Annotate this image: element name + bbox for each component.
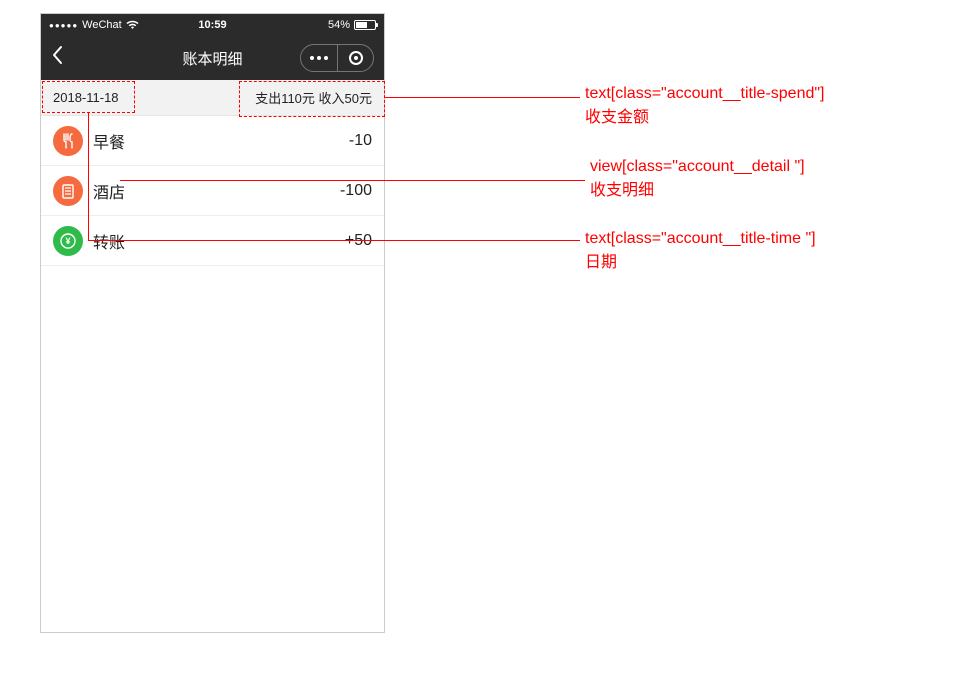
battery-percent: 54% — [328, 19, 350, 31]
status-time: 10:59 — [198, 19, 226, 31]
annotation-desc: 日期 — [585, 251, 816, 275]
hotel-icon — [53, 176, 83, 206]
account-detail-row[interactable]: 早餐 -10 — [41, 116, 384, 166]
account-detail-row[interactable]: 酒店 -100 — [41, 166, 384, 216]
annotation-selector: text[class="account__title-time "] — [585, 227, 816, 251]
nav-bar: 账本明细 — [41, 36, 384, 80]
annotation-selector: view[class="account__detail "] — [590, 155, 805, 179]
back-button[interactable] — [51, 45, 63, 71]
account-title-spend: 支出110元 收入50元 — [255, 88, 372, 107]
close-miniapp-button[interactable] — [337, 44, 373, 72]
page-title: 账本明细 — [182, 48, 242, 69]
row-label: 早餐 — [93, 129, 125, 153]
annotation-time: text[class="account__title-time "] 日期 — [585, 227, 816, 275]
signal-dots-icon: ●●●●● — [49, 21, 78, 30]
nav-capsule — [300, 44, 374, 72]
more-button[interactable] — [301, 44, 337, 72]
annotation-line — [385, 97, 580, 98]
annotation-spend: text[class="account__title-spend"] 收支金额 — [585, 82, 825, 130]
row-amount: +50 — [345, 232, 372, 250]
transfer-icon: ¥ — [53, 226, 83, 256]
account-detail-row[interactable]: ¥ 转账 +50 — [41, 216, 384, 266]
row-label: 酒店 — [93, 179, 125, 203]
annotation-selector: text[class="account__title-spend"] — [585, 82, 825, 106]
annotation-detail: view[class="account__detail "] 收支明细 — [590, 155, 805, 203]
status-bar: ●●●●● WeChat 10:59 54% — [41, 14, 384, 36]
row-label: 转账 — [93, 229, 125, 253]
annotation-desc: 收支金额 — [585, 106, 825, 130]
phone-frame: ●●●●● WeChat 10:59 54% 账本明细 — [40, 13, 385, 633]
chevron-left-icon — [51, 45, 63, 65]
more-icon — [310, 56, 328, 60]
svg-text:¥: ¥ — [65, 236, 70, 246]
target-icon — [349, 51, 363, 65]
annotation-desc: 收支明细 — [590, 179, 805, 203]
status-left: ●●●●● WeChat — [49, 19, 139, 31]
account-summary: 2018-11-18 支出110元 收入50元 — [41, 80, 384, 116]
row-amount: -100 — [340, 182, 372, 200]
account-title-time: 2018-11-18 — [53, 90, 119, 105]
food-icon — [53, 126, 83, 156]
carrier-label: WeChat — [82, 19, 122, 31]
battery-icon — [354, 20, 376, 30]
status-right: 54% — [328, 19, 376, 31]
row-amount: -10 — [349, 132, 372, 150]
wifi-icon — [126, 20, 139, 30]
